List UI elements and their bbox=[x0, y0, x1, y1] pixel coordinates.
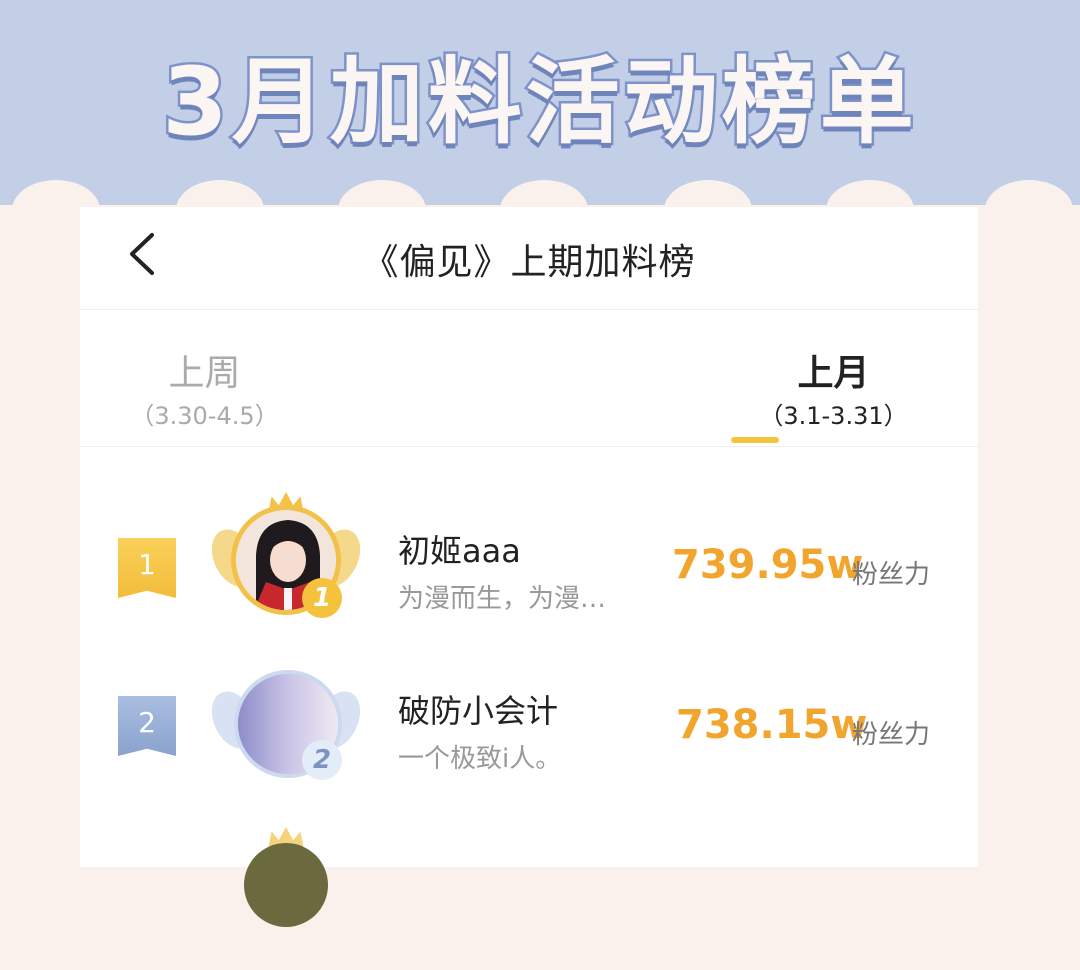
tab-range: （3.30-4.5） bbox=[130, 402, 279, 430]
ranking-row[interactable] bbox=[80, 810, 978, 970]
ranking-row[interactable]: 2 2 破防小会计 一个极致i人。 738.15w 粉丝力 bbox=[80, 650, 978, 810]
avatar-frame: 2 bbox=[203, 660, 369, 800]
leaderboard-card: 《偏见》上期加料榜 上周 （3.30-4.5） 上月 （3.1-3.31） 1 bbox=[80, 207, 978, 927]
banner-scallop bbox=[985, 180, 1073, 240]
tab-last-week[interactable]: 上周 （3.30-4.5） bbox=[80, 310, 529, 446]
avatar[interactable] bbox=[244, 843, 328, 927]
user-name: 初姬aaa bbox=[398, 532, 521, 570]
avatar-frame: 1 bbox=[203, 492, 369, 638]
tab-label: 上月 bbox=[797, 353, 870, 394]
user-bio: 一个极致i人。 bbox=[398, 744, 562, 774]
rank-badge: 2 bbox=[118, 696, 176, 756]
tab-range: （3.1-3.31） bbox=[759, 402, 908, 430]
ranking-row[interactable]: 1 1 初姬aaa 为漫而生，为漫… 739.95w 粉丝力 bbox=[80, 490, 978, 650]
rank-medal: 1 bbox=[302, 578, 342, 618]
period-tabs: 上周 （3.30-4.5） 上月 （3.1-3.31） bbox=[80, 310, 978, 447]
page-header: 《偏见》上期加料榜 bbox=[80, 207, 978, 310]
fan-power-label: 粉丝力 bbox=[852, 560, 931, 590]
fan-power-label: 粉丝力 bbox=[852, 720, 931, 750]
banner: 3月加料活动榜单 bbox=[0, 0, 1080, 205]
rank-badge: 1 bbox=[118, 538, 176, 598]
rank-medal: 2 bbox=[302, 740, 342, 780]
user-bio: 为漫而生，为漫… bbox=[398, 584, 607, 614]
fan-power-score: 738.15w bbox=[676, 702, 868, 748]
user-name: 破防小会计 bbox=[398, 692, 559, 730]
page-title: 《偏见》上期加料榜 bbox=[362, 242, 696, 283]
fan-power-score: 739.95w bbox=[672, 542, 864, 588]
avatar-frame bbox=[216, 825, 356, 965]
tab-last-month[interactable]: 上月 （3.1-3.31） bbox=[529, 310, 978, 446]
banner-title: 3月加料活动榜单 bbox=[160, 46, 918, 160]
tab-label: 上周 bbox=[168, 353, 241, 394]
active-tab-indicator bbox=[731, 437, 779, 443]
